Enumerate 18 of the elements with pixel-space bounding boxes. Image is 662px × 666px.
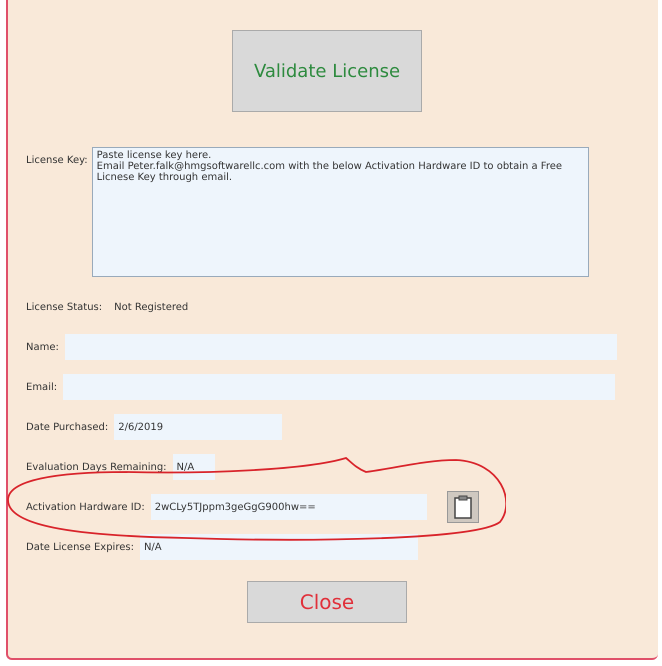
- license-status-value: Not Registered: [114, 302, 188, 312]
- field-label: Name:: [26, 342, 59, 352]
- license-status-label: License Status:: [26, 302, 102, 312]
- field-label: Date License Expires:: [26, 542, 134, 552]
- field-label: Evaluation Days Remaining:: [26, 462, 167, 472]
- text-field[interactable]: 2/6/2019: [114, 414, 282, 440]
- text-field[interactable]: N/A: [140, 534, 418, 560]
- clipboard-icon: [454, 495, 472, 519]
- clipboard-button[interactable]: [446, 491, 479, 523]
- text-field[interactable]: [64, 334, 617, 360]
- text-field[interactable]: [63, 374, 616, 400]
- license-key-input[interactable]: Paste license key here. Email Peter.falk@hmgsoftwarellc.com with the below Activation Hardware ID to obtain a Free Licnese Key through email.: [92, 147, 589, 277]
- field-label: Email:: [26, 382, 58, 392]
- field-label: Date Purchased:: [26, 422, 108, 432]
- license-key-label: License Key:: [26, 155, 88, 166]
- field-label: Activation Hardware ID:: [26, 502, 145, 512]
- text-field[interactable]: 2wCLy5TJppm3geGgG900hw==: [150, 494, 427, 520]
- text-field[interactable]: N/A: [172, 454, 215, 480]
